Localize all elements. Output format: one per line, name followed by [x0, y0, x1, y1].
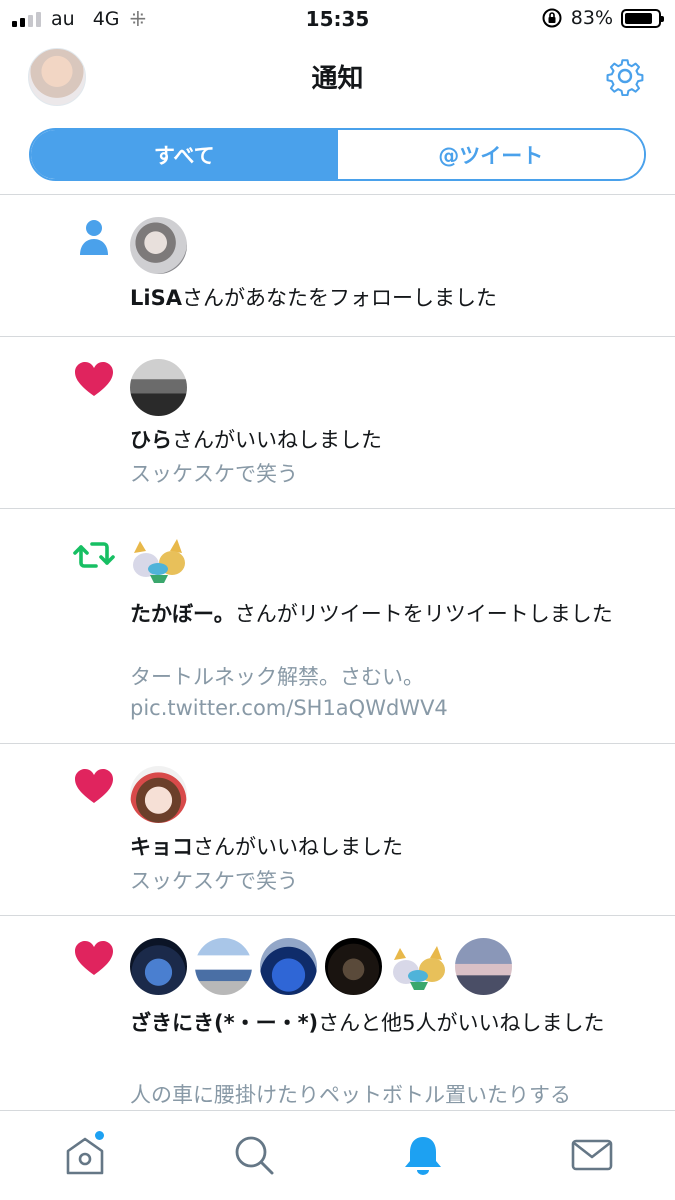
notification-filter: すべて @ツイート: [29, 128, 646, 181]
avatar[interactable]: [130, 359, 187, 416]
notification-item[interactable]: ひらさんがいいねしました スッケスケで笑う: [0, 337, 675, 509]
avatar[interactable]: [130, 766, 187, 823]
battery-percent: 83%: [570, 7, 613, 29]
tweet-preview[interactable]: タートルネック解禁。さむい。 pic.twitter.com/SH1aQWdWV…: [130, 662, 647, 724]
person-icon: [80, 220, 108, 255]
actor-name[interactable]: ざきにき(*・ー・*): [130, 1011, 318, 1035]
avatar[interactable]: [130, 217, 187, 274]
notification-item[interactable]: たかぼー。さんがリツイートをリツイートしました タートルネック解禁。さむい。 p…: [0, 509, 675, 744]
avatar[interactable]: [325, 938, 382, 995]
tab-bar: [0, 1110, 675, 1200]
messages-icon[interactable]: [570, 1133, 614, 1177]
avatar[interactable]: [130, 531, 187, 588]
heart-icon: [75, 362, 113, 396]
notification-item[interactable]: LiSAさんがあなたをフォローしました: [0, 195, 675, 337]
actor-name[interactable]: ひら: [130, 428, 172, 452]
search-icon[interactable]: [232, 1133, 276, 1177]
tweet-preview[interactable]: 人の車に腰掛けたりペットボトル置いたりする: [130, 1080, 647, 1111]
notification-text: ひらさんがいいねしました: [130, 425, 647, 455]
actor-name[interactable]: LiSA: [130, 286, 182, 310]
actor-name[interactable]: たかぼー。: [130, 602, 235, 626]
gear-icon[interactable]: [605, 56, 645, 96]
tweet-preview[interactable]: スッケスケで笑う: [130, 866, 647, 897]
action-text: さんがいいねしました: [193, 835, 403, 859]
unread-dot: [95, 1131, 104, 1140]
notification-text: LiSAさんがあなたをフォローしました: [130, 283, 647, 313]
tab-mentions[interactable]: @ツイート: [337, 130, 644, 179]
notification-text: キョコさんがいいねしました: [130, 832, 647, 862]
notification-item[interactable]: キョコさんがいいねしました スッケスケで笑う: [0, 744, 675, 916]
notification-text: ざきにき(*・ー・*)さんと他5人がいいねしました: [130, 1008, 647, 1038]
tweet-preview[interactable]: スッケスケで笑う: [130, 459, 647, 490]
action-text: さんがいいねしました: [172, 428, 382, 452]
actor-name[interactable]: キョコ: [130, 835, 193, 859]
page-title: 通知: [311, 64, 364, 94]
notification-text: たかぼー。さんがリツイートをリツイートしました: [130, 599, 647, 629]
notification-item[interactable]: ざきにき(*・ー・*)さんと他5人がいいねしました 人の車に腰掛けたりペットボト…: [0, 916, 675, 1116]
avatar[interactable]: [455, 938, 512, 995]
avatar[interactable]: [260, 938, 317, 995]
retweet-icon: [73, 542, 115, 568]
heart-icon: [75, 769, 113, 803]
status-bar: au 4G ⁜ 15:35 83%: [0, 0, 675, 38]
avatar[interactable]: [195, 938, 252, 995]
action-text: さんと他5人がいいねしました: [318, 1011, 605, 1035]
tab-all[interactable]: すべて: [31, 130, 338, 179]
action-text: さんがあなたをフォローしました: [181, 286, 497, 310]
action-text: さんがリツイートをリツイートしました: [234, 602, 613, 626]
battery-icon: [621, 8, 664, 28]
header: 通知: [0, 38, 675, 116]
heart-icon: [75, 941, 113, 975]
avatar[interactable]: [130, 938, 187, 995]
notifications-icon[interactable]: [401, 1133, 445, 1177]
avatar[interactable]: [390, 938, 447, 995]
rotation-lock-icon: [542, 8, 562, 28]
